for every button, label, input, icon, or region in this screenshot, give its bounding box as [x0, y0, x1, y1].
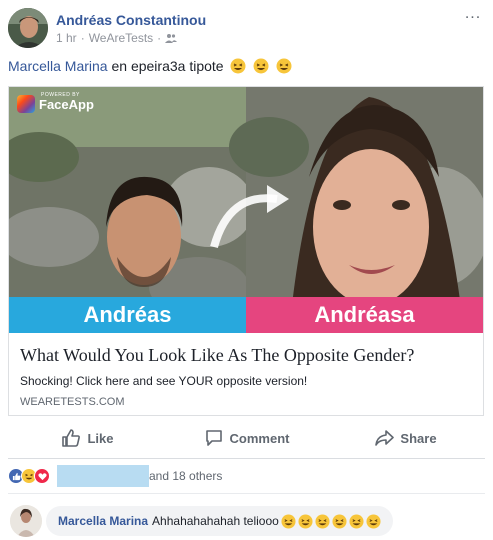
comment-label: Comment: [229, 430, 290, 446]
commenter-name[interactable]: Marcella Marina: [58, 514, 148, 528]
right-name-band: Andréasa: [246, 297, 483, 333]
post-actions: Like Comment Share: [8, 422, 485, 454]
reactions-others-count[interactable]: and 18 others: [149, 469, 222, 483]
more-options-icon[interactable]: ...: [461, 6, 485, 26]
link-preview-image[interactable]: POWERED BY FaceApp Andréas Andréasa: [9, 87, 483, 333]
link-domain: WEARETESTS.COM: [20, 396, 125, 408]
comment-bubble: Marcella Marina Ahhahahahahah teliooo: [46, 506, 393, 536]
thumbs-up-icon: [62, 429, 81, 447]
meta-separator: ·: [80, 31, 85, 45]
comment-bubble-icon: [205, 430, 222, 446]
share-button[interactable]: Share: [326, 422, 485, 454]
faceapp-badge-label: FaceApp: [39, 96, 94, 112]
post-time[interactable]: 1 hr: [56, 31, 77, 45]
commenter-avatar[interactable]: [10, 505, 42, 537]
post-meta: 1 hr · WeAreTests ·: [56, 31, 178, 45]
redacted-reactor-name: [57, 465, 149, 487]
laughing-emoji-icon: [281, 513, 296, 529]
facebook-post: Andréas Constantinou 1 hr · WeAreTests ·…: [0, 0, 493, 540]
faceapp-logo-icon: [17, 95, 35, 113]
link-description: Shocking! Click here and see YOUR opposi…: [20, 374, 308, 388]
like-button[interactable]: Like: [8, 422, 167, 454]
comment-button[interactable]: Comment: [167, 422, 326, 454]
laughing-emoji-icon: [332, 513, 347, 529]
actions-divider: [8, 458, 485, 459]
laughing-emoji-icon: [366, 513, 381, 529]
post-caption: Marcella Marina en epeira3a tipote: [8, 57, 485, 75]
share-label: Share: [400, 430, 437, 446]
audience-friends-icon[interactable]: [165, 33, 178, 43]
left-name-band: Andréas: [9, 297, 246, 333]
caption-text: en epeira3a tipote: [111, 58, 224, 74]
meta-separator-2: ·: [157, 31, 162, 45]
laughing-emoji-icon: [230, 58, 246, 74]
comments-divider: [8, 493, 485, 494]
reaction-icons: [8, 468, 50, 484]
share-arrow-icon: [375, 430, 395, 446]
reactions-summary[interactable]: and 18 others: [8, 464, 485, 488]
laughing-emoji-icon: [298, 513, 313, 529]
author-avatar[interactable]: [8, 8, 48, 48]
right-name-label: Andréasa: [314, 302, 415, 327]
tagged-person[interactable]: Marcella Marina: [8, 58, 108, 74]
faceapp-powered-by: POWERED BY: [41, 92, 80, 98]
link-preview-card[interactable]: POWERED BY FaceApp Andréas Andréasa What…: [8, 86, 484, 416]
laughing-emoji-icon: [253, 58, 269, 74]
laughing-emoji-icon: [315, 513, 330, 529]
love-reaction-icon: [34, 468, 50, 484]
post-header: Andréas Constantinou 1 hr · WeAreTests ·…: [8, 6, 485, 48]
post-author-name[interactable]: Andréas Constantinou: [56, 12, 206, 28]
laughing-emoji-icon: [349, 513, 364, 529]
link-title[interactable]: What Would You Look Like As The Opposite…: [20, 345, 414, 366]
laughing-emoji-icon: [276, 58, 292, 74]
left-name-label: Andréas: [83, 302, 172, 327]
like-label: Like: [87, 430, 114, 446]
faceapp-badge: POWERED BY FaceApp: [15, 92, 100, 115]
comment-item: Marcella Marina Ahhahahahahah teliooo: [8, 505, 485, 537]
post-source[interactable]: WeAreTests: [89, 31, 153, 45]
comment-text: Ahhahahahahah teliooo: [152, 514, 279, 528]
